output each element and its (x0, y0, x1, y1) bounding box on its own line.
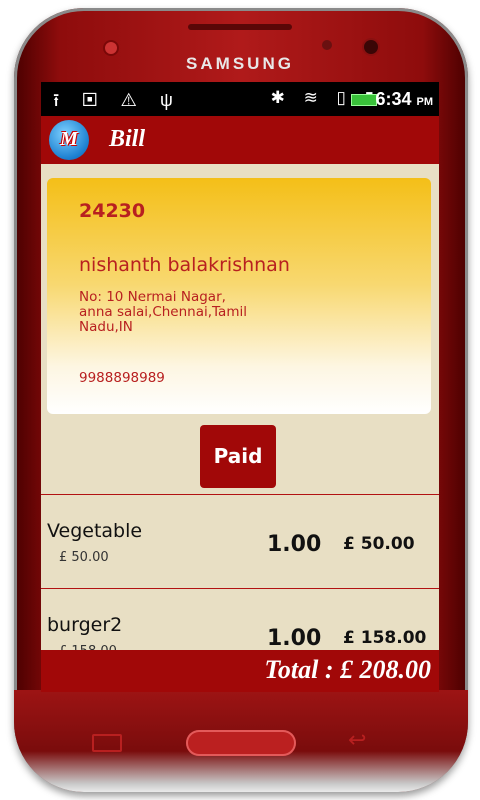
total-bar: Total : £ 208.00 (41, 650, 439, 692)
front-camera-icon (364, 40, 378, 54)
menu-key-icon[interactable] (92, 734, 122, 752)
customer-phone: 9988898989 (79, 370, 165, 386)
address-line: anna salai,Chennai,Tamil (79, 304, 247, 320)
item-unit-price: £ 50.00 (59, 550, 109, 565)
notification-icons: ⭱ ▣ ⚠ ψ (53, 90, 182, 110)
customer-address: No: 10 Nermai Nagar, anna salai,Chennai,… (79, 290, 319, 335)
item-name: burger2 (47, 614, 123, 636)
item-quantity: 1.00 (267, 626, 322, 651)
paid-status-button[interactable]: Paid (200, 425, 276, 488)
home-button[interactable] (186, 730, 296, 756)
item-name: Vegetable (47, 520, 143, 542)
item-total: £ 50.00 (343, 534, 415, 554)
action-bar: M Bill (41, 116, 439, 164)
page-title: Bill (109, 126, 146, 152)
earpiece-speaker (188, 24, 292, 30)
address-line: Nadu,IN (79, 319, 133, 335)
status-bar: ⭱ ▣ ⚠ ψ ✱ ≋ ▯ ▮ 6:34 PM (41, 82, 439, 116)
address-line: No: 10 Nermai Nagar, (79, 289, 226, 305)
app-screen: ⭱ ▣ ⚠ ψ ✱ ≋ ▯ ▮ 6:34 PM M Bill 24230 nis… (41, 82, 439, 692)
device-brand: SAMSUNG (186, 54, 294, 73)
customer-name: nishanth balakrishnan (79, 254, 290, 276)
battery-icon (351, 94, 377, 106)
back-key-icon[interactable]: ↩ (348, 728, 366, 753)
proximity-sensor-icon (322, 40, 332, 50)
list-item[interactable]: Vegetable £ 50.00 1.00 £ 50.00 (41, 494, 439, 586)
customer-card: 24230 nishanth balakrishnan No: 10 Nerma… (47, 178, 431, 414)
bill-id: 24230 (79, 200, 146, 222)
status-clock: 6:34 PM (375, 89, 433, 109)
item-quantity: 1.00 (267, 532, 322, 557)
item-total: £ 158.00 (343, 628, 427, 648)
app-logo-icon[interactable]: M (49, 120, 89, 160)
sensor-icon (105, 42, 117, 54)
bill-total: Total : £ 208.00 (264, 655, 431, 684)
